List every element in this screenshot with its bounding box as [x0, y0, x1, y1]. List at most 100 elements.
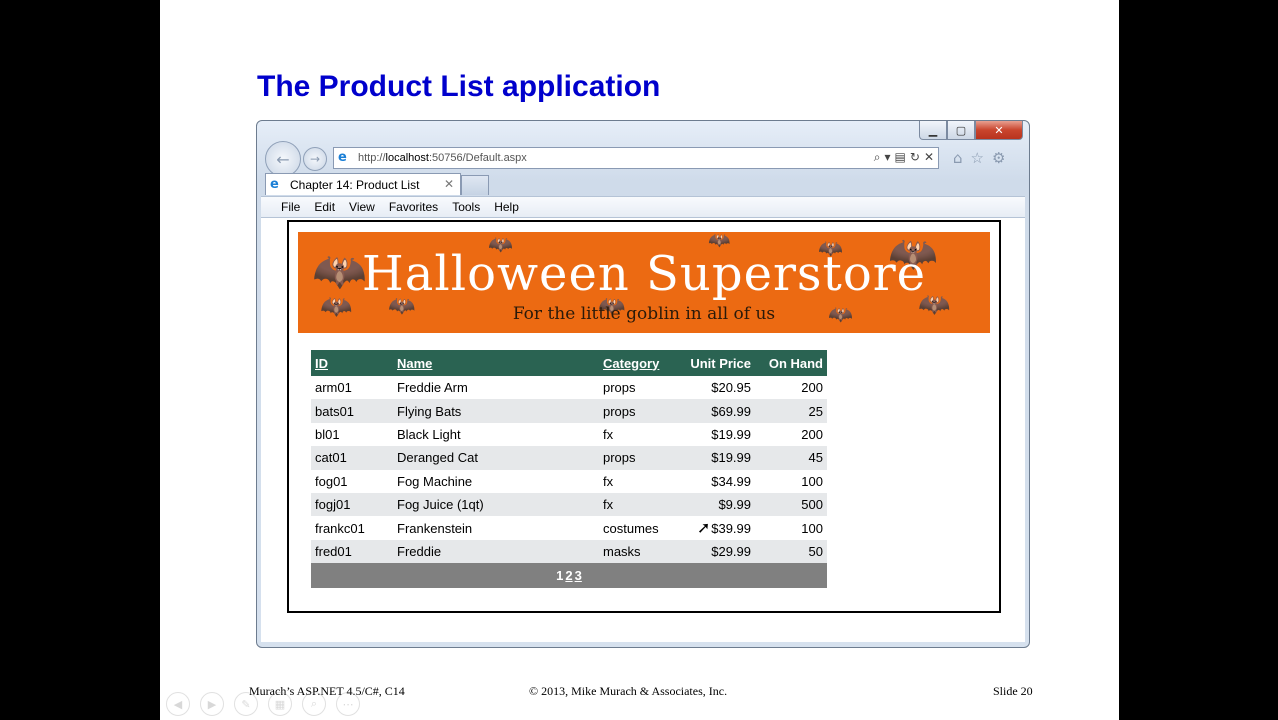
banner-title: Halloween Superstore: [361, 246, 927, 302]
header-on-hand: On Hand: [755, 350, 827, 376]
tab-strip: e Chapter 14: Product List ✕: [265, 173, 1025, 195]
slide: The Product List application ▁ ▢ ✕ ← → e…: [160, 0, 1119, 720]
header-category[interactable]: Category: [599, 350, 673, 376]
address-prefix: http://: [358, 152, 386, 164]
table-row: bats01 Flying Bats props $69.99 25: [311, 399, 827, 423]
cell-unit-price: $20.95: [673, 376, 755, 400]
cell-name: Freddie: [393, 539, 599, 564]
cell-unit-price: $39.99: [673, 516, 755, 540]
address-rest: :50756/Default.aspx: [428, 152, 527, 164]
banner-subtitle: For the little goblin in all of us: [512, 304, 776, 324]
address-bar[interactable]: e http://localhost:50756/Default.aspx ⌕ …: [333, 147, 939, 169]
grid-header-row: ID Name Category Unit Price On Hand: [311, 350, 827, 376]
cell-on-hand: 50: [755, 539, 827, 564]
previous-slide-icon[interactable]: ◀: [166, 692, 190, 716]
cell-category: fx: [599, 422, 673, 447]
new-tab-button[interactable]: [461, 175, 489, 195]
slides-icon[interactable]: ▦: [268, 692, 292, 716]
search-icon[interactable]: ⌕: [874, 150, 881, 165]
table-row: bl01 Black Light fx $19.99 200: [311, 422, 827, 447]
more-options-icon[interactable]: ⋯: [336, 692, 360, 716]
presentation-controls: ◀ ▶ ✎ ▦ ⌕ ⋯: [166, 692, 360, 716]
back-arrow-icon[interactable]: ←: [265, 141, 301, 177]
maximize-button[interactable]: ▢: [947, 121, 975, 140]
minimize-button[interactable]: ▁: [919, 121, 947, 140]
cell-on-hand: 200: [755, 422, 827, 447]
cell-name: Flying Bats: [393, 399, 599, 423]
menu-file[interactable]: File: [281, 200, 300, 214]
cell-name: Black Light: [393, 422, 599, 447]
compatibility-icon[interactable]: ▤: [895, 150, 906, 165]
menu-edit[interactable]: Edit: [314, 200, 335, 214]
menu-tools[interactable]: Tools: [452, 200, 480, 214]
cell-on-hand: 100: [755, 469, 827, 493]
cell-id: cat01: [311, 446, 393, 470]
page-frame: 🦇 🦇 🦇 🦇 🦇 🦇 🦇 🦇 🦇 🦇 Halloween Superstore…: [287, 220, 1001, 613]
navigation-bar: ← → e http://localhost:50756/Default.asp…: [263, 141, 1023, 177]
cell-unit-price: $9.99: [673, 492, 755, 517]
cell-unit-price: $19.99: [673, 422, 755, 447]
gear-icon[interactable]: ⚙: [992, 149, 1005, 167]
next-slide-icon[interactable]: ▶: [200, 692, 224, 716]
tab-product-list[interactable]: e Chapter 14: Product List ✕: [265, 173, 461, 195]
cell-on-hand: 200: [755, 376, 827, 400]
cell-unit-price: $29.99: [673, 539, 755, 564]
stop-icon[interactable]: ✕: [924, 150, 934, 165]
cell-id: bl01: [311, 422, 393, 447]
cell-category: masks: [599, 539, 673, 564]
table-row: frankc01 Frankenstein costumes $39.99 10…: [311, 516, 827, 540]
tab-title: Chapter 14: Product List: [290, 177, 420, 192]
cell-category: props: [599, 399, 673, 423]
header-unit-price: Unit Price: [673, 350, 755, 376]
close-button[interactable]: ✕: [975, 121, 1023, 140]
footer-center: © 2013, Mike Murach & Associates, Inc.: [529, 684, 728, 698]
pen-icon[interactable]: ✎: [234, 692, 258, 716]
cell-id: arm01: [311, 376, 393, 400]
cell-category: fx: [599, 492, 673, 517]
cell-id: frankc01: [311, 516, 393, 540]
zoom-icon[interactable]: ⌕: [302, 692, 326, 716]
header-name[interactable]: Name: [393, 350, 599, 376]
cell-name: Freddie Arm: [393, 376, 599, 400]
pager-page-1: 1: [556, 568, 564, 584]
cell-on-hand: 500: [755, 492, 827, 517]
table-row: fog01 Fog Machine fx $34.99 100: [311, 469, 827, 493]
table-row: arm01 Freddie Arm props $20.95 200: [311, 376, 827, 400]
cell-name: Fog Juice (1qt): [393, 492, 599, 517]
browser-window: ▁ ▢ ✕ ← → e http://localhost:50756/Defau…: [256, 120, 1030, 648]
refresh-icon[interactable]: ↻: [910, 150, 920, 165]
table-row: cat01 Deranged Cat props $19.99 45: [311, 446, 827, 470]
home-icon[interactable]: ⌂: [953, 149, 963, 167]
pager-page-3[interactable]: 3: [575, 568, 582, 583]
cell-unit-price: $19.99: [673, 446, 755, 470]
address-host: localhost: [385, 152, 429, 164]
browser-toolbar-icons: ⌂ ☆ ⚙: [953, 149, 1005, 167]
pager-cell: 123: [311, 563, 827, 589]
cell-id: fred01: [311, 539, 393, 564]
window-controls: ▁ ▢ ✕: [919, 121, 1023, 140]
ie-logo-icon: e: [270, 176, 279, 192]
cell-id: bats01: [311, 399, 393, 423]
address-tools: ⌕ ▾ ▤ ↻ ✕: [874, 150, 934, 165]
ie-logo-icon: e: [338, 150, 347, 165]
menu-view[interactable]: View: [349, 200, 375, 214]
menu-help[interactable]: Help: [494, 200, 519, 214]
header-id[interactable]: ID: [311, 350, 393, 376]
cell-on-hand: 45: [755, 446, 827, 470]
pager-page-2[interactable]: 2: [565, 568, 572, 583]
menu-favorites[interactable]: Favorites: [389, 200, 438, 214]
product-grid: ID Name Category Unit Price On Hand arm0…: [311, 350, 827, 589]
mouse-cursor-icon: ➚: [697, 518, 711, 537]
page-content: 🦇 🦇 🦇 🦇 🦇 🦇 🦇 🦇 🦇 🦇 Halloween Superstore…: [261, 218, 1025, 642]
cell-id: fogj01: [311, 492, 393, 517]
store-banner: 🦇 🦇 🦇 🦇 🦇 🦇 🦇 🦇 🦇 🦇 Halloween Superstore…: [298, 232, 990, 333]
chevron-down-icon[interactable]: ▾: [885, 150, 891, 165]
tab-close-icon[interactable]: ✕: [444, 177, 454, 191]
cell-unit-price: $34.99: [673, 469, 755, 493]
slide-title: The Product List application: [257, 70, 661, 103]
cell-on-hand: 25: [755, 399, 827, 423]
cell-category: fx: [599, 469, 673, 493]
star-icon[interactable]: ☆: [971, 149, 984, 167]
cell-category: costumes: [599, 516, 673, 540]
forward-arrow-icon[interactable]: →: [303, 147, 327, 171]
